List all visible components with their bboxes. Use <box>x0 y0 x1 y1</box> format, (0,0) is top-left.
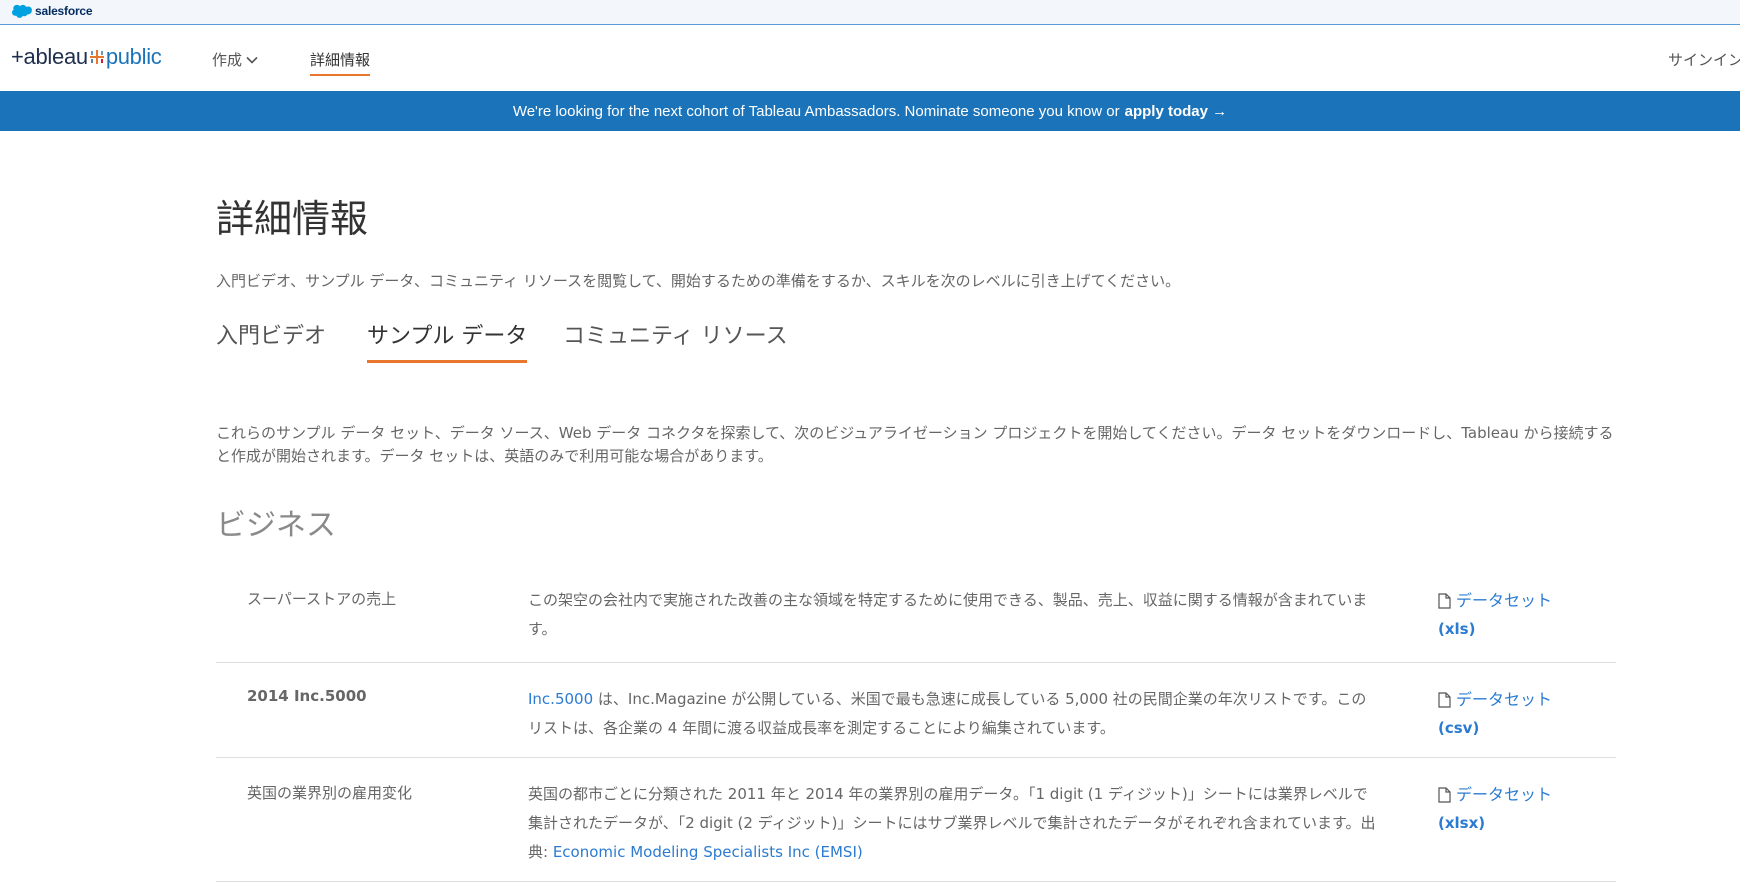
tableau-cross-icon <box>89 50 104 64</box>
table-row: 英国の業界別の雇用変化 英国の都市ごとに分類された 2011 年と 2014 年… <box>216 758 1616 882</box>
top-navigation: +ableau public 作成 詳細情報 サインイン <box>0 25 1740 91</box>
dataset-description: この架空の会社内で実施された改善の主な領域を特定するために使用できる、製品、売上… <box>528 591 1368 638</box>
dataset-download-link[interactable]: データセット (xls) <box>1438 586 1552 644</box>
dataset-link-label: データセット <box>1456 690 1553 709</box>
dataset-table: スーパーストアの売上 この架空の会社内で実施された改善の主な領域を特定するために… <box>216 564 1616 882</box>
page-title: 詳細情報 <box>216 197 369 241</box>
section-title-business: ビジネス <box>216 508 336 543</box>
salesforce-logo[interactable]: salesforce <box>12 4 93 18</box>
document-icon <box>1438 691 1451 708</box>
tab-sample-data[interactable]: サンプル データ <box>367 318 528 363</box>
salesforce-cloud-icon <box>12 4 32 18</box>
banner-text: We're looking for the next cohort of Tab… <box>512 102 1120 120</box>
signin-link[interactable]: サインイン <box>1668 49 1740 70</box>
document-icon <box>1438 592 1451 609</box>
chevron-down-icon <box>246 56 258 64</box>
inc5000-link[interactable]: Inc.5000 <box>528 690 593 708</box>
tableau-public-logo[interactable]: +ableau public <box>11 44 162 70</box>
dataset-name: 2014 Inc.5000 <box>247 687 367 705</box>
emsi-source-link[interactable]: Economic Modeling Specialists Inc (EMSI) <box>553 843 863 861</box>
table-row: 2014 Inc.5000 Inc.5000 は、Inc.Magazine が公… <box>216 663 1616 758</box>
apply-today-link[interactable]: apply today → <box>1125 103 1228 120</box>
logo-prefix: +ableau <box>11 44 88 69</box>
dataset-download-link[interactable]: データセット (csv) <box>1438 685 1552 743</box>
table-row: スーパーストアの売上 この架空の会社内で実施された改善の主な領域を特定するために… <box>216 564 1616 663</box>
dataset-description-text: は、Inc.Magazine が公開している、米国で最も急速に成長している 5,… <box>528 690 1367 737</box>
dataset-description: 英国の都市ごとに分類された 2011 年と 2014 年の業界別の雇用データ。「… <box>528 780 1378 867</box>
dataset-format: (xlsx) <box>1438 814 1486 832</box>
ambassador-banner: We're looking for the next cohort of Tab… <box>0 91 1740 131</box>
dataset-download-link[interactable]: データセット (xlsx) <box>1438 780 1552 838</box>
dataset-link-label: データセット <box>1456 591 1553 610</box>
tab-community-resources[interactable]: コミュニティ リソース <box>563 318 788 360</box>
logo-suffix: public <box>105 44 162 69</box>
nav-create-label: 作成 <box>212 51 243 69</box>
salesforce-bar: salesforce <box>0 0 1740 25</box>
dataset-name: 英国の業界別の雇用変化 <box>247 784 413 802</box>
tab-intro-videos[interactable]: 入門ビデオ <box>216 318 326 360</box>
dataset-link-label: データセット <box>1456 785 1553 804</box>
dataset-format: (csv) <box>1438 719 1480 737</box>
nav-create-menu[interactable]: 作成 <box>212 49 258 70</box>
page-intro: 入門ビデオ、サンプル データ、コミュニティ リソースを閲覧して、開始するための準… <box>216 272 1181 290</box>
document-icon <box>1438 786 1451 803</box>
salesforce-brand-text: salesforce <box>35 4 93 18</box>
sample-data-description: これらのサンプル データ セット、データ ソース、Web データ コネクタを探索… <box>216 424 1614 465</box>
dataset-description: Inc.5000 は、Inc.Magazine が公開している、米国で最も急速に… <box>528 685 1378 743</box>
nav-learn-link[interactable]: 詳細情報 <box>310 49 371 76</box>
dataset-format: (xls) <box>1438 620 1476 638</box>
dataset-name: スーパーストアの売上 <box>247 590 397 608</box>
